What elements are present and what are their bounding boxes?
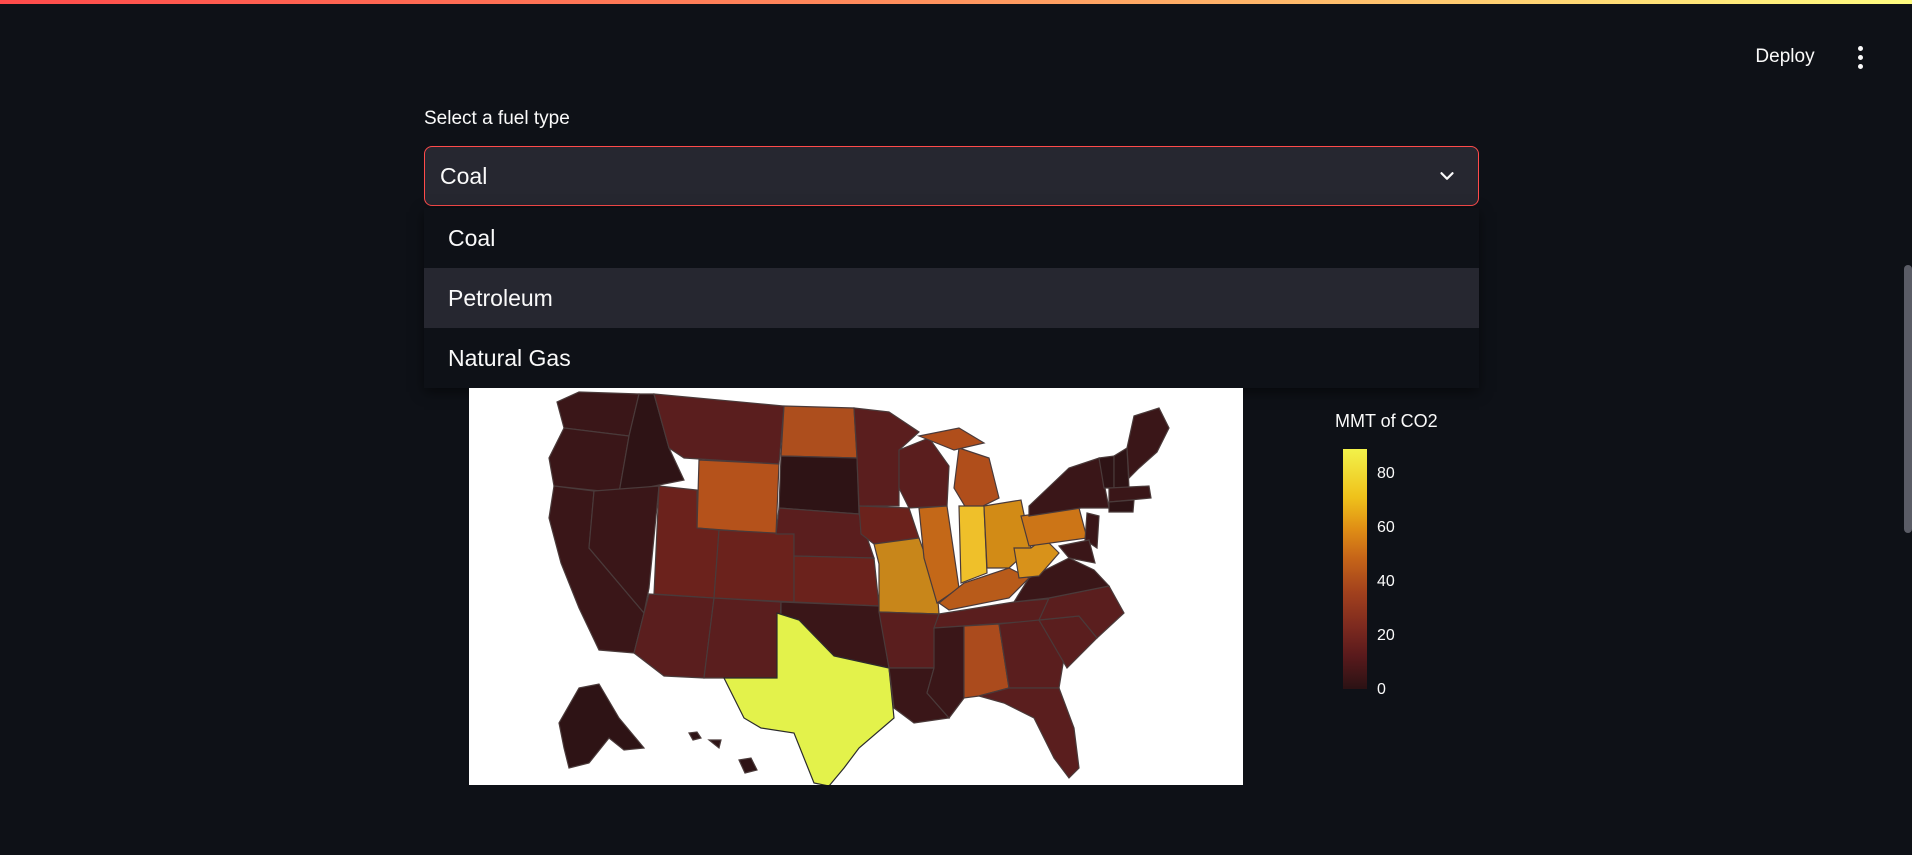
state-arkansas [878,611,940,669]
page-scrollbar[interactable] [1904,265,1912,533]
option-coal[interactable]: Coal [424,208,1479,268]
deploy-button[interactable]: Deploy [1740,43,1830,71]
state-kansas [793,555,880,607]
menu-dot [1857,63,1863,69]
state-new-york [1028,457,1110,517]
state-montana [653,393,785,465]
state-iowa [858,505,920,545]
state-new-mexico [703,597,782,679]
state-massachusetts [1108,485,1152,503]
state-south-dakota [778,455,860,515]
state-maryland [1057,539,1096,564]
state-new-hampshire [1113,446,1130,489]
fuel-type-dropdown: Coal Petroleum Natural Gas [424,208,1479,388]
colorbar-tick-80: 80 [1377,465,1395,482]
fuel-type-select[interactable]: Coal [424,146,1479,206]
state-florida [976,687,1080,779]
colorbar [1343,449,1367,689]
select-current-value: Coal [440,163,488,189]
colorbar-tick-0: 0 [1377,681,1386,698]
top-decoration-bar [0,0,1912,4]
state-michigan [953,447,1000,514]
colorbar-title: MMT of CO2 [1335,411,1438,431]
colorbar-tick-40: 40 [1377,573,1395,590]
state-connecticut [1108,499,1135,513]
state-arizona [633,593,715,679]
state-oregon [548,427,630,494]
colorbar-tick-20: 20 [1377,627,1395,644]
chevron-down-icon [1440,172,1454,180]
state-indiana [958,505,988,584]
kebab-menu-icon[interactable] [1848,44,1872,70]
option-natural-gas[interactable]: Natural Gas [424,328,1479,388]
menu-dot [1857,54,1863,60]
state-wyoming [696,459,780,535]
option-petroleum[interactable]: Petroleum [424,268,1479,328]
fuel-type-label: Select a fuel type [424,108,570,129]
state-alaska [558,683,646,769]
state-wisconsin [898,437,950,509]
state-north-dakota [780,405,858,459]
state-hawaii [688,731,758,774]
us-choropleth-map[interactable] [469,388,1243,785]
state-colorado [713,529,795,603]
map-svg [548,391,1170,785]
colorbar-tick-60: 60 [1377,519,1395,536]
menu-dot [1857,45,1863,51]
state-maine [1126,407,1170,480]
